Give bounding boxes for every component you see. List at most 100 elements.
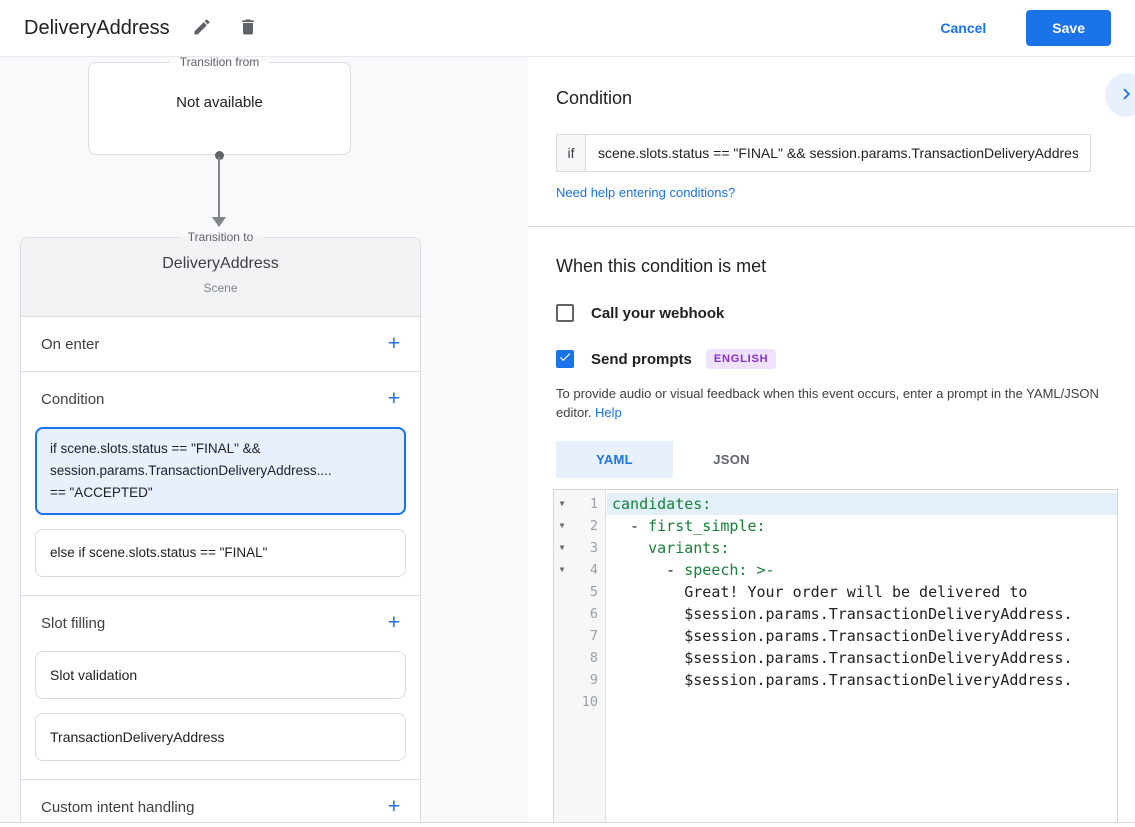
fold-spacer (554, 647, 570, 669)
if-prefix-label: if (556, 134, 586, 172)
on-enter-section: On enter + (21, 317, 420, 371)
connector-line (218, 157, 220, 217)
line-number: 3 (570, 537, 598, 559)
editor-line: 10 (554, 691, 1117, 713)
line-number: 6 (570, 603, 598, 625)
fold-spacer (554, 691, 570, 713)
fold-spacer (554, 603, 570, 625)
editor-line: 9 $session.params.TransactionDeliveryAdd… (554, 669, 1117, 691)
if-condition-row: if (556, 134, 1091, 172)
slot-card[interactable]: TransactionDeliveryAddress (35, 713, 406, 761)
add-custom-intent-button[interactable]: + (388, 797, 400, 817)
condition-editor-section: Condition if Need help entering conditio… (528, 57, 1135, 226)
transition-to-card: Transition to DeliveryAddress Scene On e… (20, 237, 421, 822)
fold-spacer (554, 625, 570, 647)
condition-section: Condition + if scene.slots.status == "FI… (21, 371, 420, 595)
transition-to-legend: Transition to (178, 230, 264, 244)
cancel-button[interactable]: Cancel (934, 19, 992, 37)
slot-filling-section: Slot filling + Slot validation Transactio… (21, 595, 420, 779)
condition-detail-panel: Condition if Need help entering conditio… (528, 57, 1135, 822)
editor-line: 5 Great! Your order will be delivered to (554, 581, 1117, 603)
code-line-content[interactable]: variants: (607, 537, 1117, 559)
line-number: 5 (570, 581, 598, 603)
header-actions: Cancel Save (934, 10, 1111, 46)
on-enter-label: On enter (41, 336, 99, 353)
scene-editor-app: DeliveryAddress Cancel Save Transition f… (0, 0, 1135, 827)
editor-line: 7 $session.params.TransactionDeliveryAdd… (554, 625, 1117, 647)
add-condition-button[interactable]: + (388, 389, 400, 409)
chevron-right-icon (1116, 83, 1135, 108)
code-line-content[interactable]: - first_simple: (607, 515, 1117, 537)
language-badge: ENGLISH (706, 349, 777, 369)
editor-tabs: YAMLJSON (556, 441, 1107, 478)
slot-card[interactable]: Slot validation (35, 651, 406, 699)
line-number: 4 (570, 559, 598, 581)
fold-arrow-icon[interactable]: ▼ (554, 537, 570, 559)
code-line-content[interactable]: $session.params.TransactionDeliveryAddre… (607, 669, 1117, 691)
edit-title-button[interactable] (188, 13, 216, 44)
code-line-content[interactable]: $session.params.TransactionDeliveryAddre… (607, 625, 1117, 647)
page-title: DeliveryAddress (24, 17, 170, 40)
code-line-content[interactable]: $session.params.TransactionDeliveryAddre… (607, 603, 1117, 625)
editor-line: 8 $session.params.TransactionDeliveryAdd… (554, 647, 1117, 669)
editor-line: ▼1 candidates: (554, 493, 1117, 515)
yaml-code-editor[interactable]: ▼1candidates:▼2 - first_simple:▼3 varian… (553, 489, 1118, 822)
code-line-content[interactable]: Great! Your order will be delivered to (607, 581, 1117, 603)
call-webhook-label: Call your webhook (591, 305, 724, 322)
line-number: 7 (570, 625, 598, 647)
scene-graph-panel: Transition from Not available Transition… (0, 57, 528, 822)
conditions-help-link[interactable]: Need help entering conditions? (556, 185, 735, 200)
fold-arrow-icon[interactable]: ▼ (554, 559, 570, 581)
code-line-content[interactable]: candidates: (607, 493, 1117, 515)
add-slot-button[interactable]: + (388, 613, 400, 633)
trash-icon (238, 17, 258, 40)
call-webhook-checkbox[interactable] (556, 304, 574, 322)
tab-yaml[interactable]: YAML (556, 441, 673, 478)
scene-card-header[interactable]: DeliveryAddress Scene (21, 238, 420, 317)
fold-arrow-icon[interactable]: ▼ (554, 515, 570, 537)
editor-line: ▼2 - first_simple: (554, 515, 1117, 537)
header-bar: DeliveryAddress Cancel Save (0, 0, 1135, 57)
line-number: 10 (570, 691, 598, 713)
checkmark-icon (558, 350, 572, 369)
send-prompts-checkbox[interactable] (556, 350, 574, 368)
editor-line: ▼4 - speech: >- (554, 559, 1117, 581)
scene-type-label: Scene (21, 281, 420, 295)
tab-json[interactable]: JSON (673, 441, 790, 478)
condition-panel-title: Condition (556, 87, 1107, 109)
fold-spacer (554, 669, 570, 691)
code-line-content[interactable] (607, 691, 1117, 713)
custom-intent-label: Custom intent handling (41, 799, 194, 816)
prompts-description: To provide audio or visual feedback when… (556, 384, 1107, 422)
condition-met-title: When this condition is met (556, 255, 1107, 277)
condition-cards-list: if scene.slots.status == "FINAL" && sess… (21, 427, 420, 595)
transition-from-value: Not available (89, 94, 350, 111)
code-line-content[interactable]: - speech: >- (607, 559, 1117, 581)
line-number: 9 (570, 669, 598, 691)
custom-intent-section: Custom intent handling + (21, 779, 420, 822)
send-prompts-row: Send prompts ENGLISH (556, 349, 1107, 369)
line-number: 8 (570, 647, 598, 669)
pencil-icon (192, 17, 212, 40)
line-number: 1 (570, 493, 598, 515)
condition-if-input[interactable] (586, 134, 1091, 172)
help-link[interactable]: Help (595, 405, 622, 420)
bottom-divider (0, 822, 1135, 827)
webhook-row: Call your webhook (556, 304, 1107, 322)
line-number: 2 (570, 515, 598, 537)
transition-from-legend: Transition from (170, 57, 270, 69)
code-line-content[interactable]: $session.params.TransactionDeliveryAddre… (607, 647, 1117, 669)
condition-section-label: Condition (41, 391, 104, 408)
editor-lines: ▼1candidates:▼2 - first_simple:▼3 varian… (554, 490, 1117, 713)
send-prompts-label: Send prompts (591, 351, 692, 368)
add-on-enter-button[interactable]: + (388, 334, 400, 354)
delete-scene-button[interactable] (234, 13, 262, 44)
fold-arrow-icon[interactable]: ▼ (554, 493, 570, 515)
connector-arrowhead-icon (212, 217, 226, 227)
transition-from-box: Transition from Not available (88, 62, 351, 155)
condition-card[interactable]: if scene.slots.status == "FINAL" && sess… (35, 427, 406, 515)
slot-filling-label: Slot filling (41, 615, 105, 632)
fold-spacer (554, 581, 570, 603)
save-button[interactable]: Save (1026, 10, 1111, 46)
condition-card[interactable]: else if scene.slots.status == "FINAL" (35, 529, 406, 577)
